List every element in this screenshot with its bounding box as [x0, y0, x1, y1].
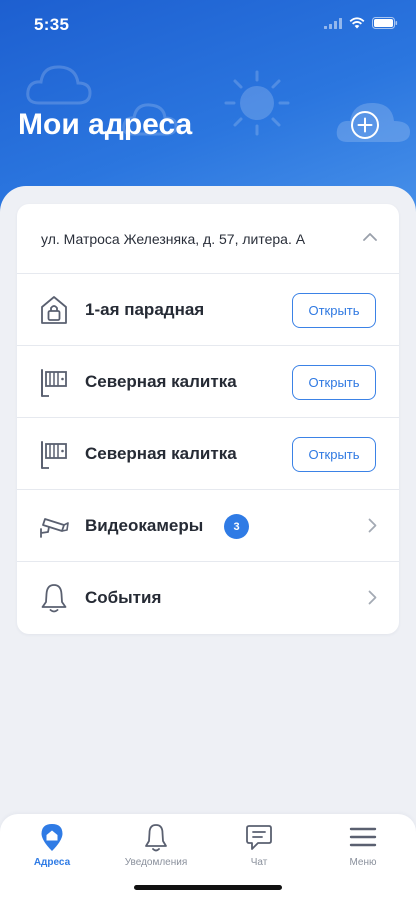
signal-icon — [324, 17, 342, 29]
entrance-lock-icon — [41, 296, 67, 324]
home-pin-icon — [41, 824, 63, 851]
tab-addresses[interactable]: Адреса — [2, 822, 102, 878]
tab-notifications[interactable]: Уведомления — [106, 822, 206, 878]
status-icons — [324, 17, 398, 29]
menu-icon — [349, 827, 377, 847]
address-header[interactable]: ул. Матроса Железняка, д. 57, литера. А — [17, 204, 399, 274]
list-item-label: 1-ая парадная — [85, 299, 205, 319]
list-item-entrance: 1-ая парадная Открыть — [17, 274, 399, 346]
list-item-label: Северная калитка — [85, 371, 237, 391]
home-indicator[interactable] — [134, 885, 282, 890]
chat-icon — [246, 825, 272, 850]
add-address-button[interactable] — [350, 110, 380, 140]
cloud-decoration-icon — [26, 65, 92, 105]
sun-decoration-icon — [224, 70, 290, 136]
wifi-icon — [349, 17, 365, 29]
tab-chat[interactable]: Чат — [209, 822, 309, 878]
tab-label: Уведомления — [124, 857, 188, 868]
gate-icon — [41, 441, 67, 469]
bell-icon — [145, 824, 167, 852]
gate-icon — [41, 369, 67, 397]
chevron-right-icon — [368, 518, 377, 533]
page-title: Мои адреса — [18, 108, 193, 141]
tab-label: Меню — [349, 857, 377, 868]
list-item-gate: Северная калитка Открыть — [17, 346, 399, 418]
status-time: 5:35 — [34, 15, 70, 34]
chevron-right-icon — [368, 590, 377, 605]
list-item-gate: Северная калитка Открыть — [17, 418, 399, 490]
tab-label: Чат — [250, 857, 268, 868]
bell-icon — [41, 584, 67, 613]
list-item-cameras[interactable]: Видеокамеры 3 — [17, 490, 399, 562]
address-card: ул. Матроса Железняка, д. 57, литера. А … — [17, 204, 399, 634]
count-badge: 3 — [224, 514, 249, 539]
open-button[interactable]: Открыть — [292, 437, 376, 472]
battery-icon — [372, 17, 398, 29]
list-item-label: Северная калитка — [85, 443, 237, 463]
tab-menu[interactable]: Меню — [313, 822, 413, 878]
tab-label: Адреса — [33, 857, 71, 868]
open-button[interactable]: Открыть — [292, 293, 376, 328]
address-text: ул. Матроса Железняка, д. 57, литера. А — [41, 230, 306, 247]
chevron-up-icon[interactable] — [363, 232, 377, 241]
list-item-events[interactable]: События — [17, 562, 399, 634]
status-bar: 5:35 — [0, 0, 416, 50]
open-button[interactable]: Открыть — [292, 365, 376, 400]
list-item-label: Видеокамеры — [85, 515, 204, 535]
list-item-label: События — [85, 588, 162, 607]
camera-icon — [40, 518, 69, 538]
